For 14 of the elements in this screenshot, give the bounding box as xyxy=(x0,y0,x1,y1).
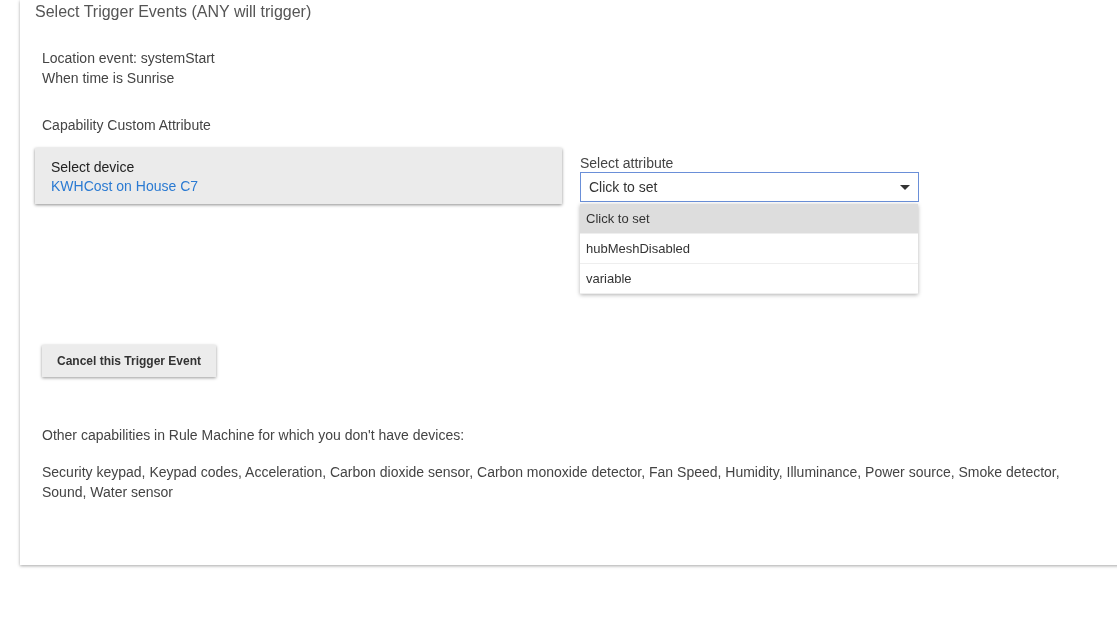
cancel-trigger-button[interactable]: Cancel this Trigger Event xyxy=(42,345,217,377)
caret-icon xyxy=(900,184,910,190)
trigger-event-text: Location event: systemStart xyxy=(42,49,216,68)
attribute-dropdown[interactable]: Click to set xyxy=(580,172,919,202)
attribute-label: Select attribute xyxy=(580,154,675,172)
other-capabilities-heading: Other capabilities in Rule Machine for which you don't have devices: xyxy=(41,427,466,443)
other-capabilities-list: Security keypad, Keypad codes, Acceleration, Carbon dioxide sensor, Carbon monoxide detector, Fan Speed, Humidity, Illuminance, Power source, Smoke detector, Sound, Water sensor xyxy=(35,462,1102,502)
capability-heading: Capability Custom Attribute xyxy=(41,117,212,133)
dropdown-option[interactable]: hubMeshDisabled xyxy=(580,234,918,264)
dropdown-option[interactable]: Click to set xyxy=(580,204,918,234)
device-selector[interactable]: Select device KWHCost on House C7 xyxy=(35,148,562,204)
dropdown-option[interactable]: variable xyxy=(580,264,918,294)
trigger-event-text: When time is Sunrise xyxy=(42,69,176,88)
section-title: Select Trigger Events (ANY will trigger) xyxy=(35,2,313,22)
